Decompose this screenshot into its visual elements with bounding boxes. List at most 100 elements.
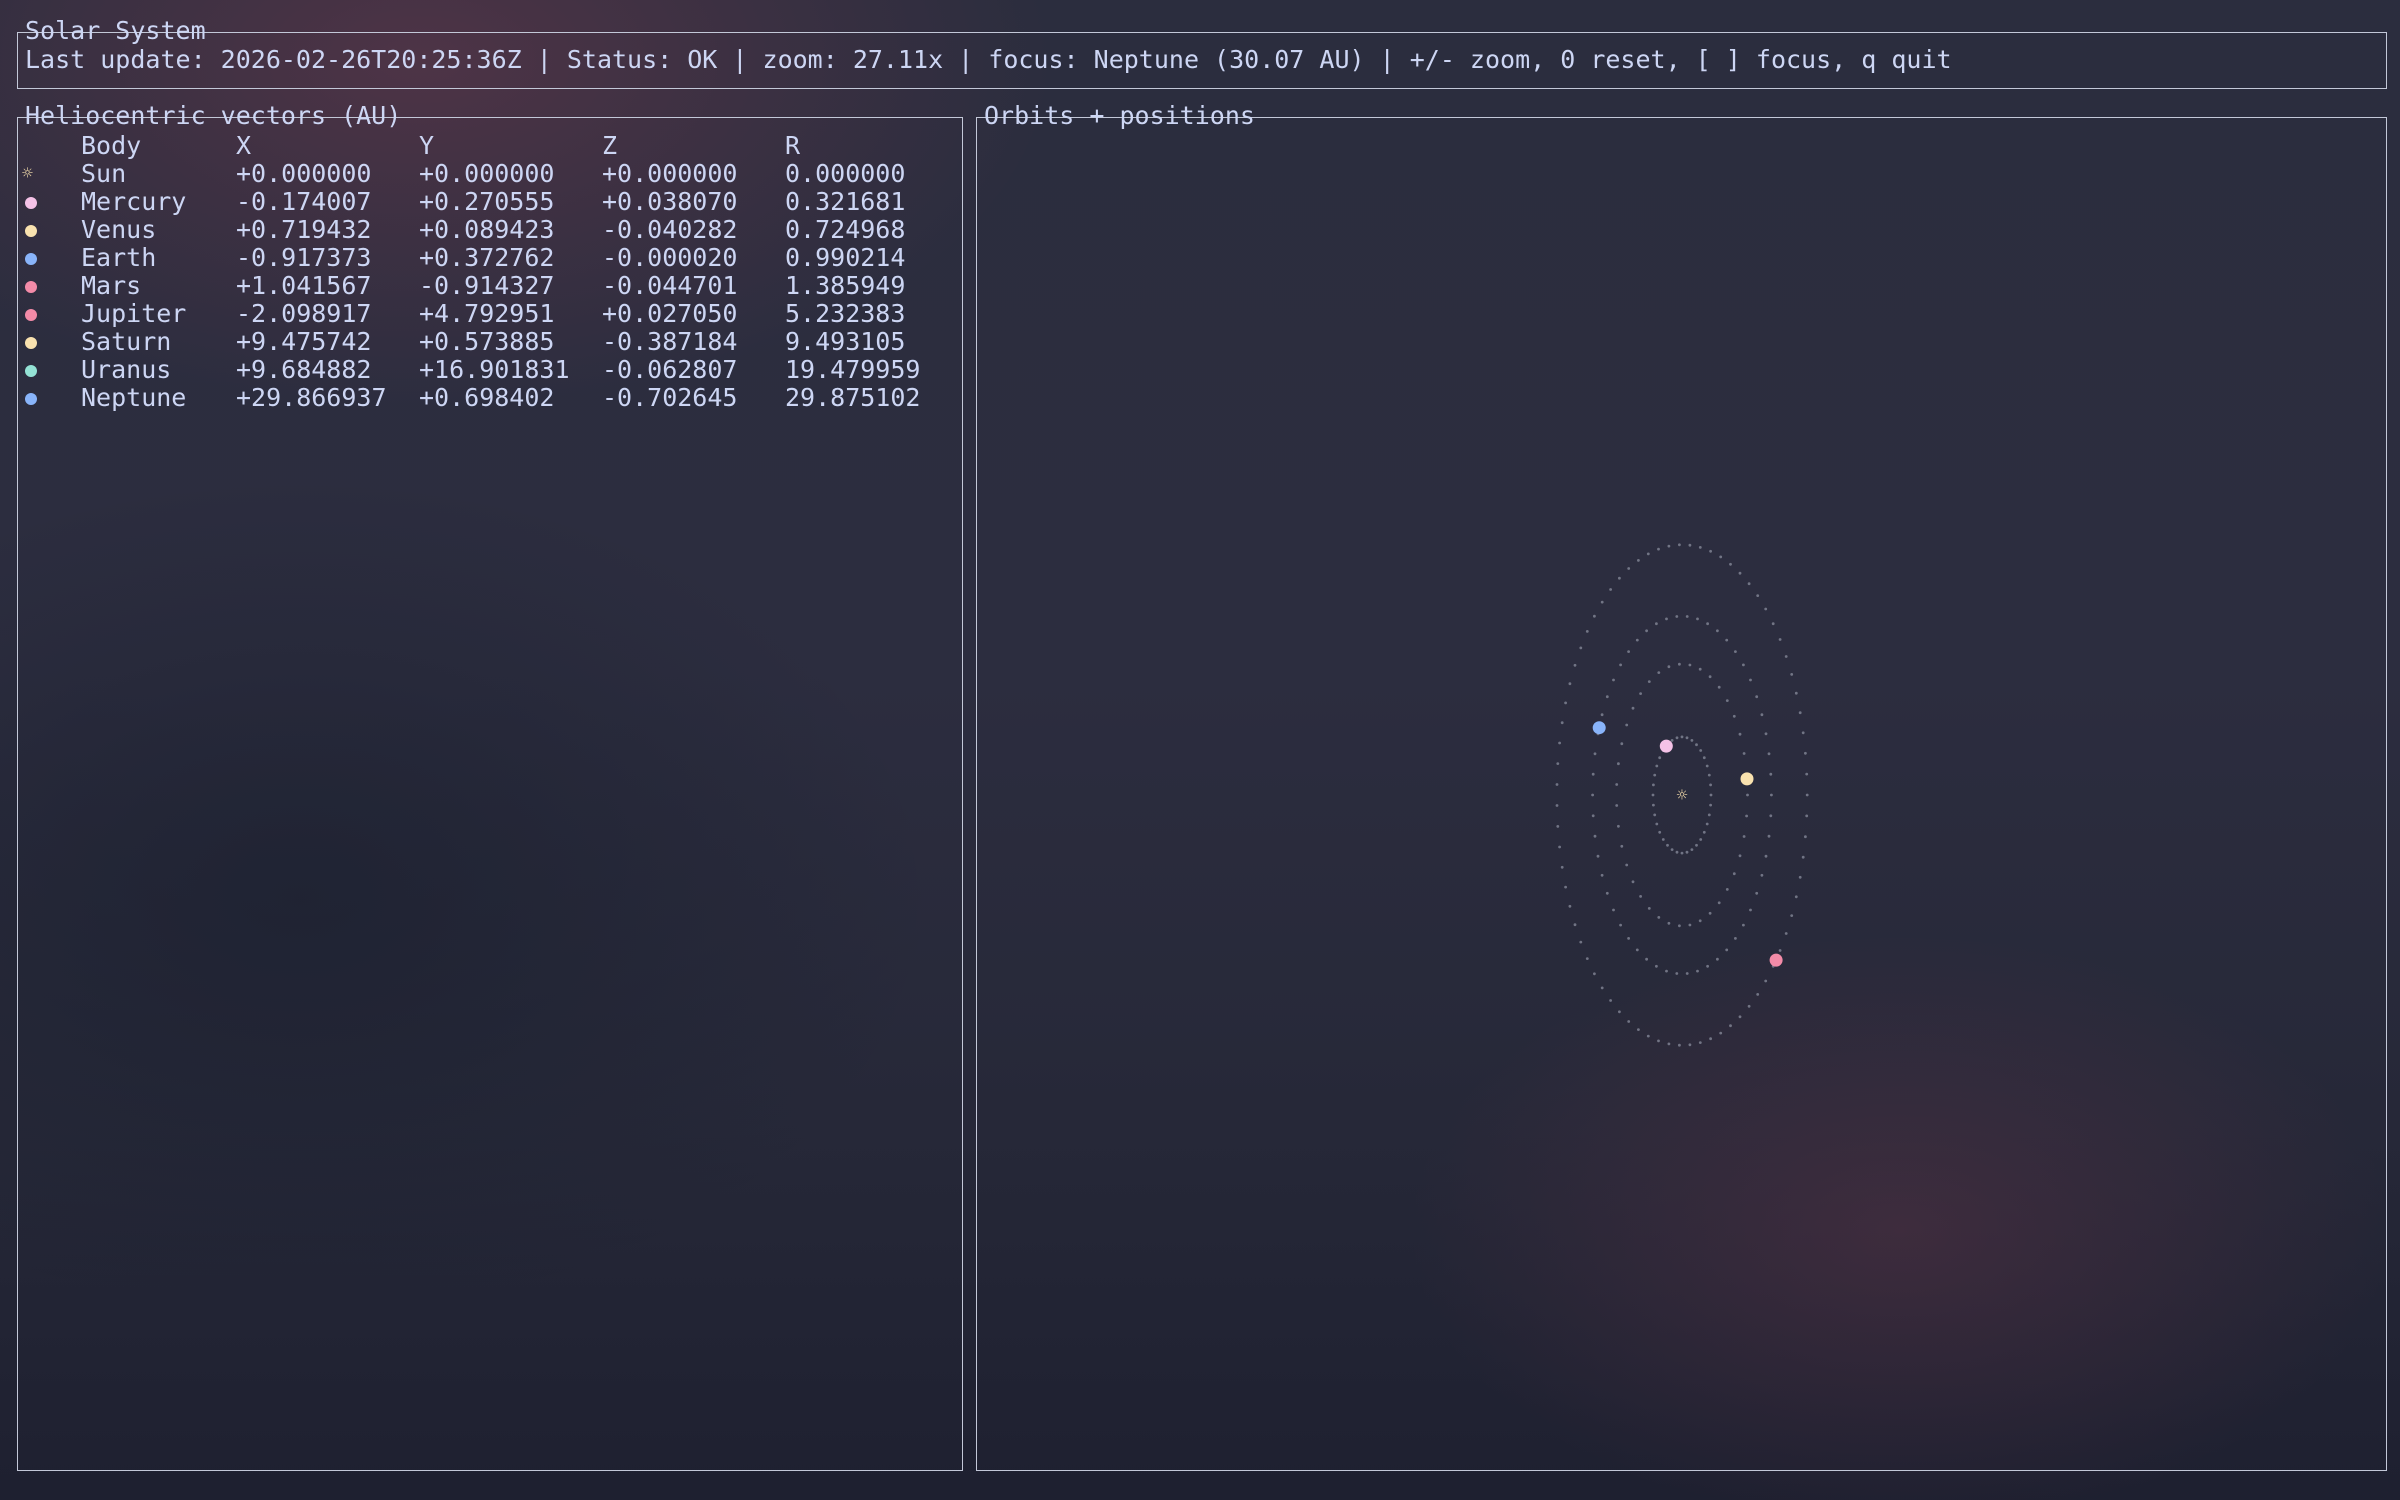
orbit-path-dot — [1618, 1010, 1621, 1014]
orbit-path-dot — [1685, 736, 1689, 740]
orbit-path-dot — [1670, 848, 1674, 851]
orbit-path-dot — [1764, 854, 1768, 858]
orbit-path-dot — [1556, 825, 1560, 828]
orbit-path-dot — [1734, 650, 1737, 653]
orbit-path-dot — [1707, 813, 1711, 817]
orbit-path-dot — [1805, 772, 1809, 776]
orbit-path-dot — [1794, 691, 1798, 695]
orbit-path-dot — [1767, 752, 1771, 756]
orbit-path-dot — [1619, 923, 1622, 927]
orbit-path-dot — [1696, 617, 1699, 621]
orbit-path-dot — [1615, 783, 1619, 786]
z-value: +0.000000 — [602, 159, 738, 188]
orbit-path-dot — [1725, 638, 1729, 642]
z-value: -0.000020 — [602, 243, 738, 272]
orbit-path-dot — [1685, 972, 1689, 975]
orbit-path-dot — [1617, 824, 1620, 828]
orbit-path-dot — [1702, 756, 1706, 760]
orbit-path-dot — [1680, 735, 1684, 739]
orbit-path-dot — [1794, 895, 1798, 899]
column-header-body: Body — [81, 131, 142, 160]
orbit-path-dot — [1564, 701, 1567, 705]
orbit-path-dot — [1708, 675, 1712, 679]
venus-marker — [1740, 772, 1754, 786]
z-value: -0.040282 — [602, 215, 738, 244]
y-value: +16.901831 — [419, 355, 570, 384]
orbit-path-dot — [1675, 972, 1679, 975]
orbit-path-dot — [1709, 793, 1713, 797]
orbit-path-dot — [1579, 646, 1583, 650]
orbit-path-dot — [1600, 873, 1604, 877]
body-name: Mars — [81, 271, 142, 300]
orbit-path-dot — [1652, 783, 1655, 787]
orbit-path-dot — [1657, 671, 1661, 674]
orbit-path-dot — [1631, 706, 1635, 710]
orbit-path-dot — [1573, 663, 1577, 667]
table-header-row: Body X Y Z R — [18, 132, 962, 160]
orbit-path-dot — [1805, 793, 1809, 797]
orbit-path-dot — [1635, 638, 1639, 642]
orbit-path-dot — [1556, 762, 1560, 765]
orbit-path-dot — [1719, 1031, 1723, 1035]
body-name: Uranus — [81, 355, 172, 384]
orbit-path-dot — [1675, 850, 1679, 854]
orbit-path-dot — [1764, 732, 1768, 736]
saturn-dot-icon — [25, 337, 37, 349]
orbit-path-dot — [1769, 772, 1773, 776]
table-row: Jupiter -2.098917 +4.792951 +0.027050 5.… — [18, 300, 962, 328]
orbit-path-dot — [1651, 793, 1655, 797]
orbit-path-dot — [1647, 907, 1651, 910]
orbit-path-dot — [1658, 830, 1662, 834]
orbit-path-dot — [1635, 948, 1639, 952]
orbit-path-dot — [1695, 843, 1698, 847]
orbit-path-dot — [1596, 854, 1600, 858]
orbit-path-dot — [1605, 695, 1609, 699]
orbit-path-dot — [1600, 713, 1604, 717]
orbit-path-dot — [1646, 1034, 1650, 1038]
orbit-path-dot — [1747, 582, 1751, 586]
orbit-path-dot — [1678, 1043, 1681, 1047]
orbit-path-dot — [1756, 993, 1760, 996]
orbit-path-dot — [1555, 804, 1559, 807]
sun-icon: ☼ — [1677, 785, 1688, 806]
orbit-path-dot — [1631, 880, 1635, 884]
orbit-path-dot — [1706, 964, 1709, 968]
table-row: Mars +1.041567 -0.914327 -0.044701 1.385… — [18, 272, 962, 300]
z-value: -0.062807 — [602, 355, 738, 384]
orbit-path-dot — [1742, 835, 1746, 838]
neptune-dot-icon — [25, 393, 37, 405]
orbit-path-dot — [1707, 773, 1711, 777]
orbit-path-dot — [1760, 873, 1764, 877]
y-value: +0.089423 — [419, 215, 555, 244]
orbit-path-dot — [1646, 552, 1650, 556]
r-value: 1.385949 — [785, 271, 906, 300]
orbit-path-dot — [1698, 667, 1702, 671]
r-value: 9.493105 — [785, 327, 906, 356]
x-value: +0.719432 — [236, 215, 372, 244]
orbit-path-dot — [1655, 764, 1659, 768]
orbit-path-dot — [1732, 872, 1736, 876]
status-line: Last update: 2026-02-26T20:25:36Z | Stat… — [25, 45, 1952, 74]
orbit-path-dot — [1745, 814, 1748, 818]
table-row: Venus +0.719432 +0.089423 -0.040282 0.72… — [18, 216, 962, 244]
orbit-path-dot — [1647, 680, 1651, 683]
orbit-path-dot — [1678, 662, 1681, 666]
orbit-path-dot — [1661, 838, 1665, 841]
orbit-path-dot — [1667, 544, 1671, 548]
y-value: +0.698402 — [419, 383, 555, 412]
orbit-path-dot — [1555, 783, 1559, 786]
orbit-path-dot — [1667, 665, 1671, 669]
table-row: ☼ Sun +0.000000 +0.000000 +0.000000 0.00… — [18, 160, 962, 188]
orbit-path-dot — [1585, 957, 1589, 960]
orbit-path-dot — [1573, 923, 1577, 927]
body-name: Mercury — [81, 187, 187, 216]
r-value: 29.875102 — [785, 383, 921, 412]
orbit-path-dot — [1657, 547, 1660, 551]
orbit-path-dot — [1639, 692, 1642, 695]
r-value: 0.724968 — [785, 215, 906, 244]
x-value: -0.174007 — [236, 187, 372, 216]
orbit-path-dot — [1709, 549, 1712, 553]
earth-marker — [1592, 721, 1606, 735]
orbit-path-dot — [1653, 813, 1657, 817]
orbit-path-dot — [1778, 638, 1782, 641]
